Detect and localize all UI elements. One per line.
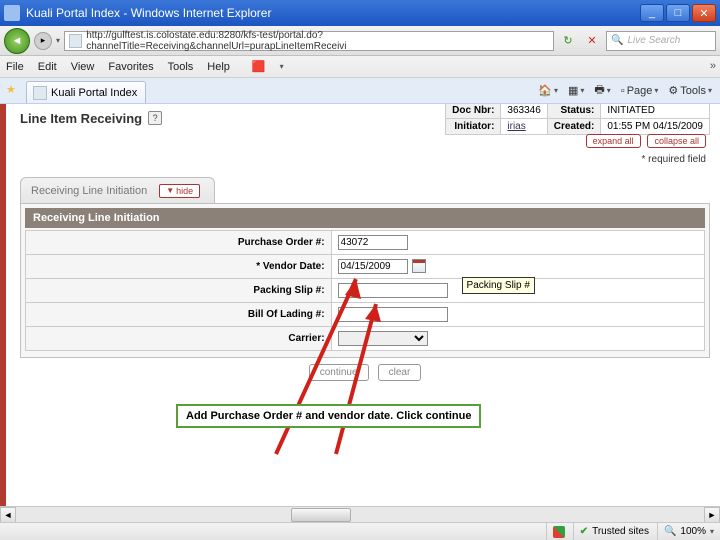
packing-tooltip: Packing Slip # bbox=[462, 277, 535, 294]
page-title: Line Item Receiving bbox=[20, 111, 142, 126]
stop-button[interactable]: ✕ bbox=[582, 31, 602, 51]
window-title: Kuali Portal Index - Windows Internet Ex… bbox=[26, 6, 271, 20]
zoom-control[interactable]: 🔍 100% ▾ bbox=[657, 523, 714, 540]
menu-view[interactable]: View bbox=[71, 61, 95, 73]
feeds-button[interactable]: ▦▾ bbox=[568, 84, 584, 97]
back-button[interactable]: ◄ bbox=[4, 28, 30, 54]
scroll-thumb[interactable] bbox=[291, 508, 351, 522]
created-value: 01:55 PM 04/15/2009 bbox=[601, 118, 710, 134]
vendor-date-label: * Vendor Date: bbox=[26, 255, 332, 279]
clear-button[interactable]: clear bbox=[378, 364, 422, 381]
security-zone[interactable]: ✔ Trusted sites bbox=[573, 523, 649, 540]
required-note: * required field bbox=[20, 154, 710, 167]
packing-input[interactable] bbox=[338, 283, 448, 298]
snagit-icon[interactable]: 🟥 bbox=[252, 60, 266, 73]
document-header: Line Item Receiving ? Doc Nbr: 363346 St… bbox=[20, 104, 710, 132]
scroll-right-button[interactable]: ► bbox=[704, 507, 720, 523]
carrier-select[interactable] bbox=[338, 331, 428, 346]
action-row: continue clear bbox=[20, 358, 710, 383]
menu-file[interactable]: File bbox=[6, 61, 24, 73]
status-bar: ✔ Trusted sites 🔍 100% ▾ bbox=[0, 522, 720, 540]
window-titlebar: Kuali Portal Index - Windows Internet Ex… bbox=[0, 0, 720, 26]
initiator-value: irias bbox=[501, 118, 547, 134]
section-heading: Receiving Line Initiation bbox=[25, 208, 705, 228]
section-tab: Receiving Line Initiation ▼hide bbox=[20, 177, 215, 203]
tab-bar: » ★ Kuali Portal Index 🏠▾ ▦▾ 🖶▾ ▫ Page ▾… bbox=[0, 78, 720, 104]
scroll-track[interactable] bbox=[16, 507, 704, 523]
menu-edit[interactable]: Edit bbox=[38, 61, 57, 73]
status-label: Status: bbox=[547, 104, 601, 118]
content-area: Line Item Receiving ? Doc Nbr: 363346 St… bbox=[0, 104, 720, 522]
calendar-icon[interactable] bbox=[412, 259, 426, 273]
search-box[interactable]: 🔍 Live Search bbox=[606, 31, 716, 51]
address-bar[interactable]: http://gulftest.is.colostate.edu:8280/kf… bbox=[64, 31, 554, 51]
toolbar-overflow[interactable]: » bbox=[710, 60, 716, 72]
maximize-button[interactable]: □ bbox=[666, 4, 690, 22]
tools-menu[interactable]: ⚙ Tools ▾ bbox=[668, 84, 712, 97]
close-button[interactable]: ✕ bbox=[692, 4, 716, 22]
nav-bar: ◄ ▸ ▾ http://gulftest.is.colostate.edu:8… bbox=[0, 26, 720, 56]
initiator-label: Initiator: bbox=[446, 118, 501, 134]
doc-nbr-label: Doc Nbr: bbox=[446, 104, 501, 118]
doc-meta: Doc Nbr: 363346 Status: INITIATED Initia… bbox=[445, 104, 710, 135]
zone-label: Trusted sites bbox=[592, 526, 649, 537]
page-icon bbox=[69, 34, 82, 48]
collapse-all-button[interactable]: collapse all bbox=[647, 134, 706, 148]
status-value: INITIATED bbox=[601, 104, 710, 118]
po-input[interactable] bbox=[338, 235, 408, 250]
created-label: Created: bbox=[547, 118, 601, 134]
vendor-date-input[interactable] bbox=[338, 259, 408, 274]
section-tab-label: Receiving Line Initiation bbox=[31, 185, 147, 197]
menu-favorites[interactable]: Favorites bbox=[108, 61, 153, 73]
search-icon: 🔍 bbox=[611, 35, 623, 46]
favorites-icon[interactable]: ★ bbox=[6, 83, 22, 99]
doc-nbr-value: 363346 bbox=[501, 104, 547, 118]
page-menu[interactable]: ▫ Page ▾ bbox=[621, 85, 659, 97]
bol-label: Bill Of Lading #: bbox=[26, 303, 332, 327]
continue-button[interactable]: continue bbox=[309, 364, 369, 381]
tab-title: Kuali Portal Index bbox=[51, 87, 137, 99]
expand-all-button[interactable]: expand all bbox=[586, 134, 641, 148]
bol-input[interactable] bbox=[338, 307, 448, 322]
receiving-section: Receiving Line Initiation ▼hide Receivin… bbox=[20, 177, 710, 358]
tab-page-icon bbox=[33, 86, 47, 100]
address-url: http://gulftest.is.colostate.edu:8280/kf… bbox=[86, 30, 549, 52]
annotation-box: Add Purchase Order # and vendor date. Cl… bbox=[176, 404, 481, 428]
po-label: Purchase Order #: bbox=[26, 231, 332, 255]
menu-bar: File Edit View Favorites Tools Help 🟥 ▾ bbox=[0, 56, 720, 78]
carrier-label: Carrier: bbox=[26, 327, 332, 351]
nav-history-dropdown[interactable]: ▾ bbox=[56, 36, 60, 45]
forward-button[interactable]: ▸ bbox=[34, 32, 52, 50]
protected-mode-icon bbox=[546, 523, 565, 540]
home-button[interactable]: 🏠▾ bbox=[538, 84, 558, 97]
minimize-button[interactable]: _ bbox=[640, 4, 664, 22]
scroll-left-button[interactable]: ◄ bbox=[0, 507, 16, 523]
print-button[interactable]: 🖶▾ bbox=[594, 81, 610, 100]
refresh-button[interactable]: ↻ bbox=[558, 31, 578, 51]
app-icon bbox=[4, 5, 20, 21]
menu-tools[interactable]: Tools bbox=[168, 61, 194, 73]
menu-help[interactable]: Help bbox=[207, 61, 230, 73]
hide-button[interactable]: ▼hide bbox=[159, 184, 200, 198]
snagit-dropdown[interactable]: ▾ bbox=[280, 62, 284, 71]
browser-tab[interactable]: Kuali Portal Index bbox=[26, 81, 146, 103]
search-placeholder: Live Search bbox=[627, 35, 680, 46]
help-icon[interactable]: ? bbox=[148, 111, 162, 125]
packing-label: Packing Slip #: bbox=[26, 279, 332, 303]
zoom-value: 100% bbox=[680, 526, 706, 537]
horizontal-scrollbar[interactable]: ◄ ► bbox=[0, 506, 720, 522]
